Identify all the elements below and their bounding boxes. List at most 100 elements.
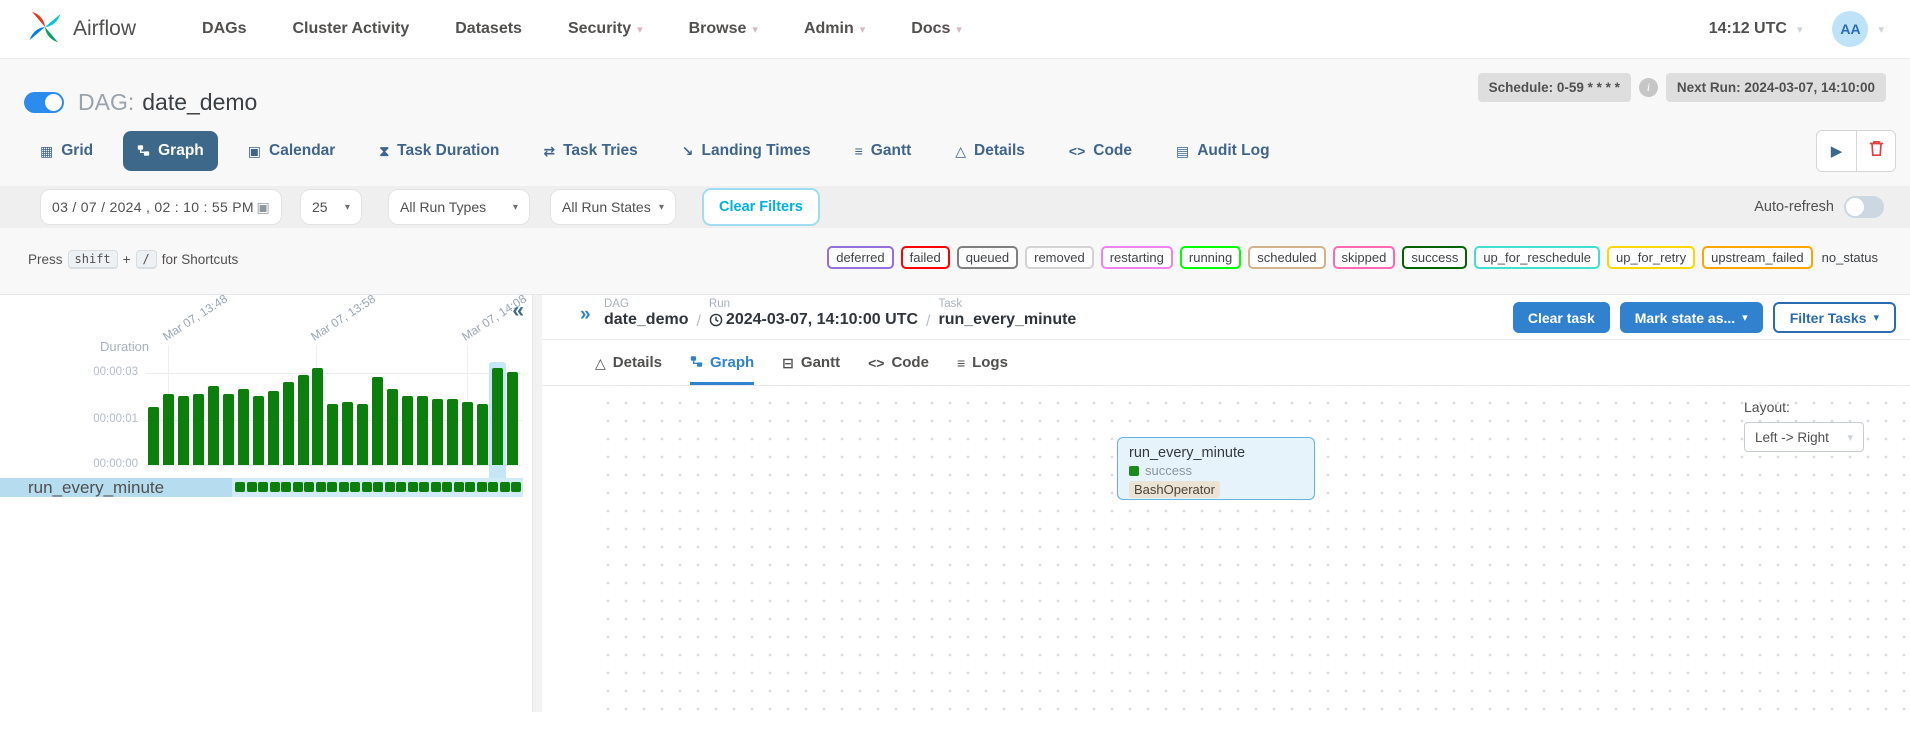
duration-bar[interactable]: [312, 368, 323, 465]
task-instance-square[interactable]: [419, 482, 429, 492]
task-instance-square[interactable]: [477, 482, 487, 492]
nav-item-datasets[interactable]: Datasets: [455, 20, 522, 38]
tab-grid[interactable]: ▦Grid: [26, 131, 107, 171]
duration-bar[interactable]: [253, 396, 264, 465]
tab-calendar[interactable]: ▣Calendar: [234, 131, 350, 171]
task-instance-square[interactable]: [258, 482, 268, 492]
grid-panel-scrollbar[interactable]: [532, 295, 542, 712]
run-types-select[interactable]: All Run Types ▾: [388, 189, 530, 225]
trigger-dag-button[interactable]: ▶: [1817, 131, 1856, 171]
clear-task-button[interactable]: Clear task: [1513, 302, 1610, 333]
duration-bar[interactable]: [327, 404, 338, 465]
tab-task-tries[interactable]: ⇄Task Tries: [529, 131, 651, 171]
duration-bar[interactable]: [298, 375, 309, 465]
filter-tasks-button[interactable]: Filter Tasks ▾: [1773, 302, 1896, 333]
task-instance-square[interactable]: [454, 482, 464, 492]
nav-item-security[interactable]: Security▾: [568, 20, 643, 38]
task-tab-gantt[interactable]: ⊟Gantt: [782, 340, 840, 385]
task-instance-square[interactable]: [431, 482, 441, 492]
task-instance-square[interactable]: [465, 482, 475, 492]
task-tab-details[interactable]: △Details: [595, 340, 662, 385]
task-instance-square[interactable]: [339, 482, 349, 492]
tab-details[interactable]: △Details: [941, 131, 1039, 171]
task-tab-graph[interactable]: Graph: [690, 340, 754, 385]
nav-item-admin[interactable]: Admin▾: [804, 20, 865, 38]
tab-gantt[interactable]: ≡Gantt: [841, 131, 926, 171]
tab-task-duration[interactable]: ⧗Task Duration: [365, 131, 513, 171]
dag-view-tabs: ▦Grid Graph ▣Calendar ⧗Task Duration ⇄Task T…: [0, 130, 1910, 172]
duration-bar[interactable]: [447, 399, 458, 465]
task-instance-square[interactable]: [511, 482, 521, 492]
task-instance-square[interactable]: [235, 482, 245, 492]
tab-audit-log[interactable]: ▤Audit Log: [1162, 131, 1284, 171]
duration-bar[interactable]: [223, 394, 234, 465]
task-instance-square[interactable]: [304, 482, 314, 492]
duration-bar[interactable]: [148, 407, 159, 465]
base-date-input[interactable]: 03 / 07 / 2024 , 02 : 10 : 55 PM ▣: [40, 189, 282, 225]
task-instance-square[interactable]: [327, 482, 337, 492]
duration-bar[interactable]: [507, 372, 518, 465]
task-instance-square[interactable]: [247, 482, 257, 492]
nav-item-cluster-activity[interactable]: Cluster Activity: [292, 20, 409, 38]
avatar[interactable]: AA: [1832, 11, 1868, 47]
task-instance-square[interactable]: [385, 482, 395, 492]
nav-item-docs[interactable]: Docs▾: [911, 20, 962, 38]
task-instance-square[interactable]: [408, 482, 418, 492]
duration-bar[interactable]: [238, 389, 249, 465]
duration-bar[interactable]: [268, 391, 279, 465]
dag-pause-toggle[interactable]: [24, 92, 64, 113]
task-row-label[interactable]: run_every_minute: [0, 478, 232, 497]
task-instance-square[interactable]: [396, 482, 406, 492]
task-instance-square[interactable]: [500, 482, 510, 492]
clear-filters-button[interactable]: Clear Filters: [702, 188, 820, 226]
task-tab-logs[interactable]: ≡Logs: [957, 340, 1008, 385]
task-node[interactable]: run_every_minute success BashOperator: [1117, 437, 1315, 500]
graph-canvas[interactable]: run_every_minute success BashOperator La…: [595, 386, 1910, 712]
breadcrumb-run[interactable]: Run 2024-03-07, 14:10:00 UTC: [709, 298, 918, 331]
breadcrumb-task[interactable]: Task run_every_minute: [938, 298, 1076, 331]
nav-item-browse[interactable]: Browse▾: [689, 20, 758, 38]
duration-bar[interactable]: [342, 402, 353, 465]
duration-bar[interactable]: [372, 377, 383, 465]
mark-state-button[interactable]: Mark state as... ▾: [1620, 302, 1763, 333]
nav-item-dags[interactable]: DAGs: [202, 20, 246, 38]
utc-clock[interactable]: 14:12 UTC: [1709, 20, 1787, 38]
duration-bar[interactable]: [417, 396, 428, 465]
task-instance-square[interactable]: [293, 482, 303, 492]
tab-graph[interactable]: Graph: [123, 131, 218, 171]
duration-bar[interactable]: [193, 394, 204, 465]
duration-bar[interactable]: [432, 399, 443, 465]
task-instance-square[interactable]: [350, 482, 360, 492]
layout-select[interactable]: Left -> Right ▾: [1744, 422, 1864, 452]
tab-landing-times[interactable]: ↘Landing Times: [668, 131, 825, 171]
run-states-select[interactable]: All Run States ▾: [550, 189, 676, 225]
shortcuts-hint: Press shift + / for Shortcuts: [28, 250, 238, 269]
task-tab-code[interactable]: <>Code: [868, 340, 929, 385]
task-instance-square[interactable]: [488, 482, 498, 492]
duration-bar[interactable]: [402, 396, 413, 465]
duration-bar[interactable]: [283, 382, 294, 465]
duration-bar[interactable]: [357, 404, 368, 465]
breadcrumb-dag[interactable]: DAG date_demo: [604, 298, 688, 331]
duration-bar[interactable]: [492, 368, 503, 465]
task-instance-square[interactable]: [362, 482, 372, 492]
task-instance-square[interactable]: [373, 482, 383, 492]
duration-bar[interactable]: [163, 394, 174, 465]
expand-breadcrumb-icon[interactable]: »: [580, 305, 591, 324]
duration-bar[interactable]: [178, 396, 189, 465]
task-instance-square[interactable]: [442, 482, 452, 492]
duration-bar[interactable]: [208, 386, 219, 465]
page-size-select[interactable]: 25 ▾: [300, 189, 362, 225]
airflow-brand[interactable]: Airflow: [26, 8, 136, 51]
info-icon[interactable]: i: [1639, 78, 1658, 97]
duration-bar[interactable]: [462, 402, 473, 465]
duration-bar[interactable]: [387, 389, 398, 465]
task-instance-square[interactable]: [270, 482, 280, 492]
task-instance-square[interactable]: [316, 482, 326, 492]
duration-bar[interactable]: [477, 404, 488, 465]
delete-dag-button[interactable]: [1856, 131, 1895, 171]
auto-refresh-toggle[interactable]: [1844, 196, 1884, 218]
slash-key: /: [136, 250, 157, 269]
task-instance-square[interactable]: [281, 482, 291, 492]
tab-code[interactable]: <>Code: [1055, 131, 1146, 171]
